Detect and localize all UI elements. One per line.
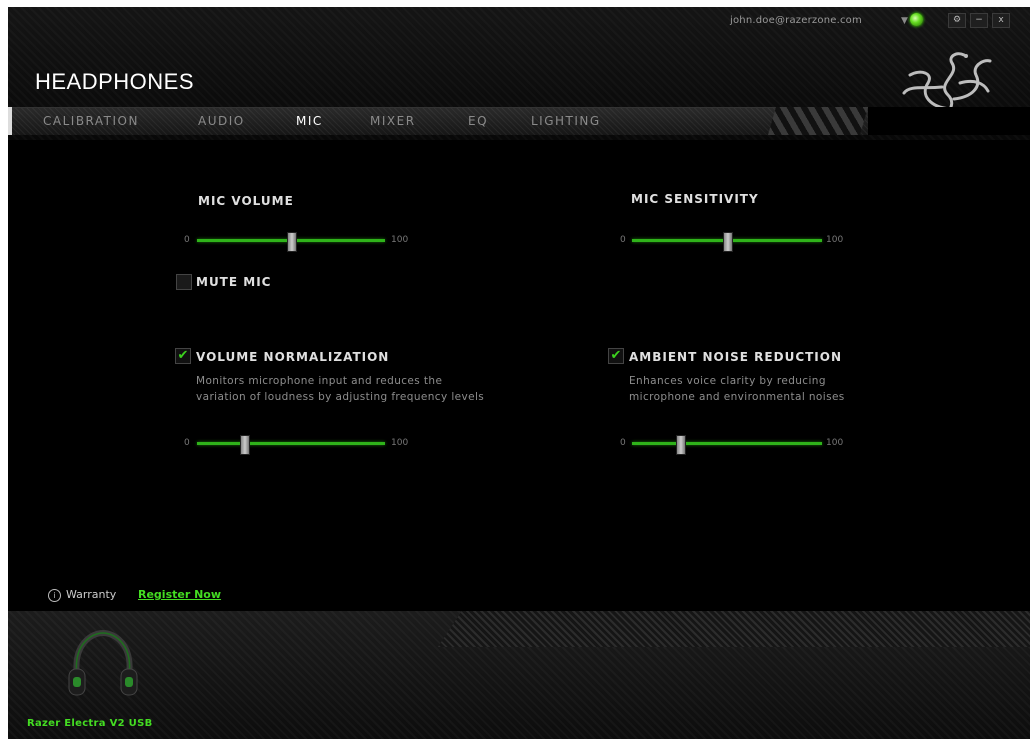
mic-volume-label: MIC VOLUME bbox=[198, 194, 294, 208]
slider-track[interactable] bbox=[197, 442, 385, 445]
ambient-noise-reduction-description: Enhances voice clarity by reducing micro… bbox=[629, 375, 845, 403]
register-now-link[interactable]: Register Now bbox=[138, 588, 221, 601]
razer-synapse-window: john.doe@razerzone.com ▼ ⚙ − x HEADPHONE… bbox=[8, 7, 1030, 739]
warranty-label: Warranty bbox=[66, 588, 117, 601]
mic-volume-slider[interactable] bbox=[197, 232, 385, 252]
mute-mic-checkbox[interactable] bbox=[176, 274, 192, 290]
active-tab-indicator bbox=[8, 107, 12, 135]
gear-icon[interactable]: ⚙ bbox=[948, 13, 966, 28]
close-icon[interactable]: x bbox=[992, 13, 1010, 28]
page-title: HEADPHONES bbox=[35, 69, 195, 94]
ambient-noise-reduction-max: 100 bbox=[826, 438, 844, 448]
volume-normalization-checkbox[interactable]: ✔ bbox=[175, 348, 191, 364]
info-icon: i bbox=[48, 589, 61, 602]
footer-decoration bbox=[438, 611, 1030, 647]
mic-sensitivity-label: MIC SENSITIVITY bbox=[631, 192, 759, 206]
ambient-noise-reduction-slider[interactable] bbox=[632, 435, 822, 455]
mic-volume-max: 100 bbox=[391, 235, 409, 245]
ambient-noise-reduction-label[interactable]: AMBIENT NOISE REDUCTION bbox=[629, 350, 842, 364]
volume-normalization-slider[interactable] bbox=[197, 435, 385, 455]
account-dropdown-icon[interactable]: ▼ bbox=[901, 16, 908, 26]
slider-thumb[interactable] bbox=[240, 435, 250, 455]
tab-audio[interactable]: AUDIO bbox=[198, 114, 245, 128]
device-name: Razer Electra V2 USB bbox=[27, 718, 153, 729]
tab-eq[interactable]: EQ bbox=[468, 114, 488, 128]
minimize-icon[interactable]: − bbox=[970, 13, 988, 28]
account-email[interactable]: john.doe@razerzone.com bbox=[730, 15, 862, 26]
volume-normalization-description: Monitors microphone input and reduces th… bbox=[196, 375, 485, 403]
slider-track[interactable] bbox=[632, 442, 822, 445]
volume-normalization-max: 100 bbox=[391, 438, 409, 448]
volume-normalization-min: 0 bbox=[184, 438, 190, 448]
mic-sensitivity-min: 0 bbox=[620, 235, 626, 245]
tab-lighting[interactable]: LIGHTING bbox=[531, 114, 601, 128]
tab-calibration[interactable]: CALIBRATION bbox=[43, 114, 139, 128]
slider-thumb[interactable] bbox=[723, 232, 733, 252]
tab-mic[interactable]: MIC bbox=[296, 114, 323, 128]
mute-mic-label[interactable]: MUTE MIC bbox=[196, 275, 271, 289]
mic-sensitivity-max: 100 bbox=[826, 235, 844, 245]
status-dot-icon[interactable] bbox=[910, 13, 923, 26]
tab-bar-decoration bbox=[768, 107, 868, 135]
mic-volume-min: 0 bbox=[184, 235, 190, 245]
headset-icon[interactable] bbox=[63, 625, 143, 703]
ambient-noise-reduction-checkbox[interactable]: ✔ bbox=[608, 348, 624, 364]
slider-thumb[interactable] bbox=[675, 435, 686, 455]
tab-mixer[interactable]: MIXER bbox=[370, 114, 416, 128]
tab-bar-end bbox=[868, 107, 1030, 135]
slider-thumb[interactable] bbox=[287, 232, 297, 252]
mic-sensitivity-slider[interactable] bbox=[632, 232, 822, 252]
volume-normalization-label[interactable]: VOLUME NORMALIZATION bbox=[196, 350, 389, 364]
ambient-noise-reduction-min: 0 bbox=[620, 438, 626, 448]
